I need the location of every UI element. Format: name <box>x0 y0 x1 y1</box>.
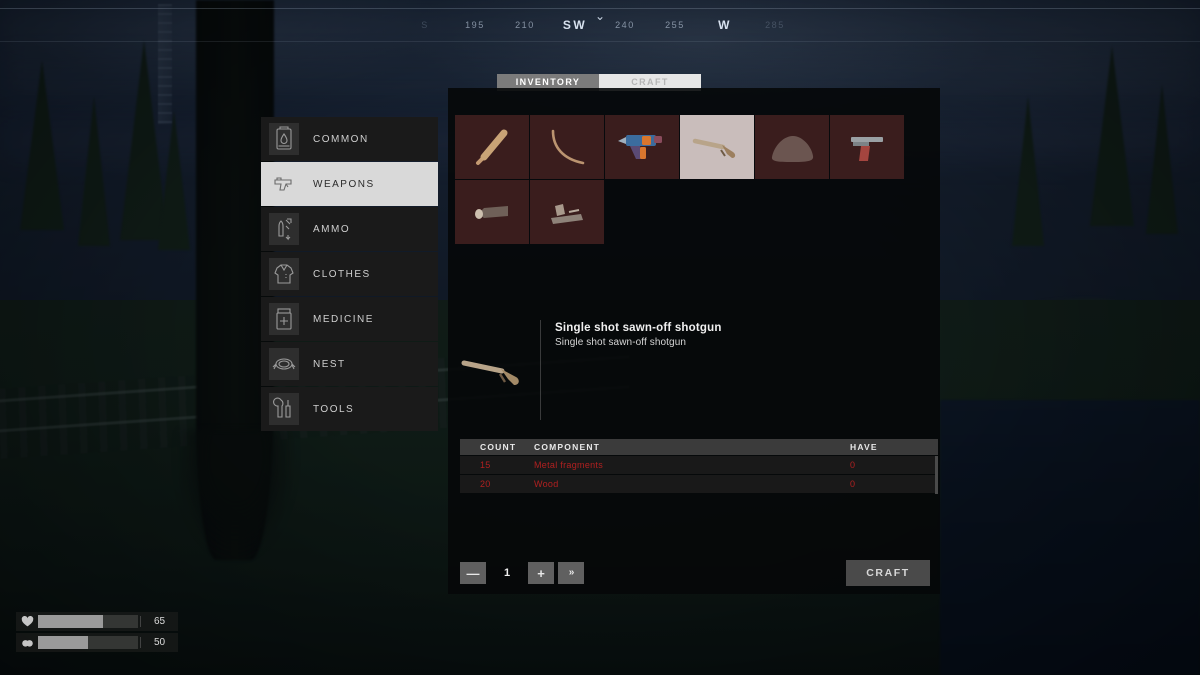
grid-slot-sawn-off-shotgun[interactable] <box>680 115 754 179</box>
baseball-bat-icon <box>476 129 508 165</box>
hunger-bar-fill <box>38 636 88 649</box>
nest-icon <box>269 348 299 380</box>
compass-tick: 255 <box>665 20 685 30</box>
health-bar <box>38 615 138 628</box>
compass-ticks: S 195 210 SW 240 255 W 285 ⌄ <box>400 10 800 32</box>
header-have: HAVE <box>850 442 878 452</box>
pine-tree <box>1090 46 1134 226</box>
sidebar-item-label: MEDICINE <box>313 313 374 325</box>
hunger-bar <box>38 636 138 649</box>
sidebar-item-ammo[interactable]: AMMO <box>261 207 438 251</box>
table-row: 15 Metal fragments 0 <box>460 456 938 474</box>
quantity-stepper: — 1 + » <box>460 562 584 584</box>
item-title: Single shot sawn-off shotgun <box>555 322 722 334</box>
pine-tree <box>78 96 110 246</box>
bow-icon <box>551 129 585 165</box>
grid-slot-baseball-bat[interactable] <box>455 115 529 179</box>
max-quantity-button[interactable]: » <box>558 562 584 584</box>
sidebar-item-label: NEST <box>313 358 346 370</box>
sidebar-item-label: TOOLS <box>313 403 355 415</box>
player-stats-hud: 65 50 <box>16 612 178 654</box>
compass-tick: SW <box>562 18 588 32</box>
grid-slot-pistol[interactable] <box>830 115 904 179</box>
pistol-icon <box>851 137 883 161</box>
sidebar-item-label: WEAPONS <box>313 178 375 190</box>
pine-tree <box>158 110 190 250</box>
item-detail-text: Single shot sawn-off shotgun Single shot… <box>541 316 722 348</box>
tools-icon <box>269 393 299 425</box>
health-bar-fill <box>38 615 103 628</box>
cell-component: Metal fragments <box>534 460 604 470</box>
cell-count: 20 <box>480 479 491 489</box>
sidebar-item-medicine[interactable]: MEDICINE <box>261 297 438 341</box>
item-detail: Single shot sawn-off shotgun Single shot… <box>448 316 940 426</box>
compass-tick: 195 <box>465 20 485 30</box>
craft-panel: Single shot sawn-off shotgun Single shot… <box>448 88 940 594</box>
compass-tick: 285 <box>765 20 785 30</box>
sidebar-item-tools[interactable]: TOOLS <box>261 387 438 431</box>
compass-tick: S <box>421 20 429 30</box>
cell-have: 0 <box>850 460 856 470</box>
health-stat-row: 65 <box>16 612 178 631</box>
component-table: COUNT COMPONENT HAVE 15 Metal fragments … <box>460 439 938 494</box>
cell-count: 15 <box>480 460 491 470</box>
compass-heading-marker: ⌄ <box>594 9 606 23</box>
craft-footer: — 1 + » CRAFT <box>448 556 940 594</box>
item-detail-thumbnail <box>454 318 540 422</box>
pistol-icon <box>269 168 299 200</box>
table-row: 20 Wood 0 <box>460 475 938 493</box>
craft-button[interactable]: CRAFT <box>846 560 930 586</box>
grid-slot-bow[interactable] <box>530 115 604 179</box>
sidebar-item-weapons[interactable]: WEAPONS <box>261 162 438 206</box>
category-sidebar: COMMON WEAPONS AMMO CLOTHES MEDICINE NES… <box>261 117 438 432</box>
shotgun-icon <box>461 360 519 385</box>
pine-tree <box>1012 96 1044 246</box>
grid-slot-flashlight[interactable] <box>455 180 529 244</box>
game-screen: S 195 210 SW 240 255 W 285 ⌄ INVENTORY C… <box>0 0 1200 675</box>
pine-tree <box>20 60 64 230</box>
heart-icon <box>16 615 38 628</box>
food-icon <box>16 636 38 649</box>
hunger-stat-row: 50 <box>16 633 178 652</box>
table-scrollbar[interactable] <box>935 456 938 494</box>
table-header-row: COUNT COMPONENT HAVE <box>460 439 938 455</box>
gunpart-icon <box>551 204 583 224</box>
quantity-value: 1 <box>503 567 511 579</box>
sidebar-item-label: CLOTHES <box>313 268 371 280</box>
stone-icon <box>771 135 814 162</box>
increase-quantity-button[interactable]: + <box>528 562 554 584</box>
pillbottle-icon <box>269 303 299 335</box>
sidebar-item-clothes[interactable]: CLOTHES <box>261 252 438 296</box>
ammo-icon <box>269 213 299 245</box>
shotgun-icon <box>692 138 736 158</box>
sidebar-item-label: AMMO <box>313 223 351 235</box>
cell-have: 0 <box>850 479 856 489</box>
decrease-quantity-button[interactable]: — <box>460 562 486 584</box>
craftable-item-grid <box>455 115 933 315</box>
compass-bar: S 195 210 SW 240 255 W 285 ⌄ <box>0 8 1200 42</box>
health-value: 65 <box>140 616 178 627</box>
compass-tick: W <box>718 18 732 32</box>
sidebar-item-nest[interactable]: NEST <box>261 342 438 386</box>
cell-component: Wood <box>534 479 559 489</box>
nailgun-icon <box>618 135 662 159</box>
shirt-icon <box>269 258 299 290</box>
sidebar-item-common[interactable]: COMMON <box>261 117 438 161</box>
hunger-value: 50 <box>140 637 178 648</box>
compass-tick: 210 <box>515 20 535 30</box>
pine-tree <box>1146 84 1178 234</box>
grid-slot-nail-gun[interactable] <box>605 115 679 179</box>
backpack-icon <box>269 123 299 155</box>
header-component: COMPONENT <box>534 442 601 452</box>
compass-tick: 240 <box>615 20 635 30</box>
sidebar-item-label: COMMON <box>313 133 369 145</box>
grid-slot-stone[interactable] <box>755 115 829 179</box>
item-description: Single shot sawn-off shotgun <box>555 337 687 348</box>
grid-slot-gun-part[interactable] <box>530 180 604 244</box>
header-count: COUNT <box>480 442 517 452</box>
flashlight-icon <box>475 206 508 219</box>
